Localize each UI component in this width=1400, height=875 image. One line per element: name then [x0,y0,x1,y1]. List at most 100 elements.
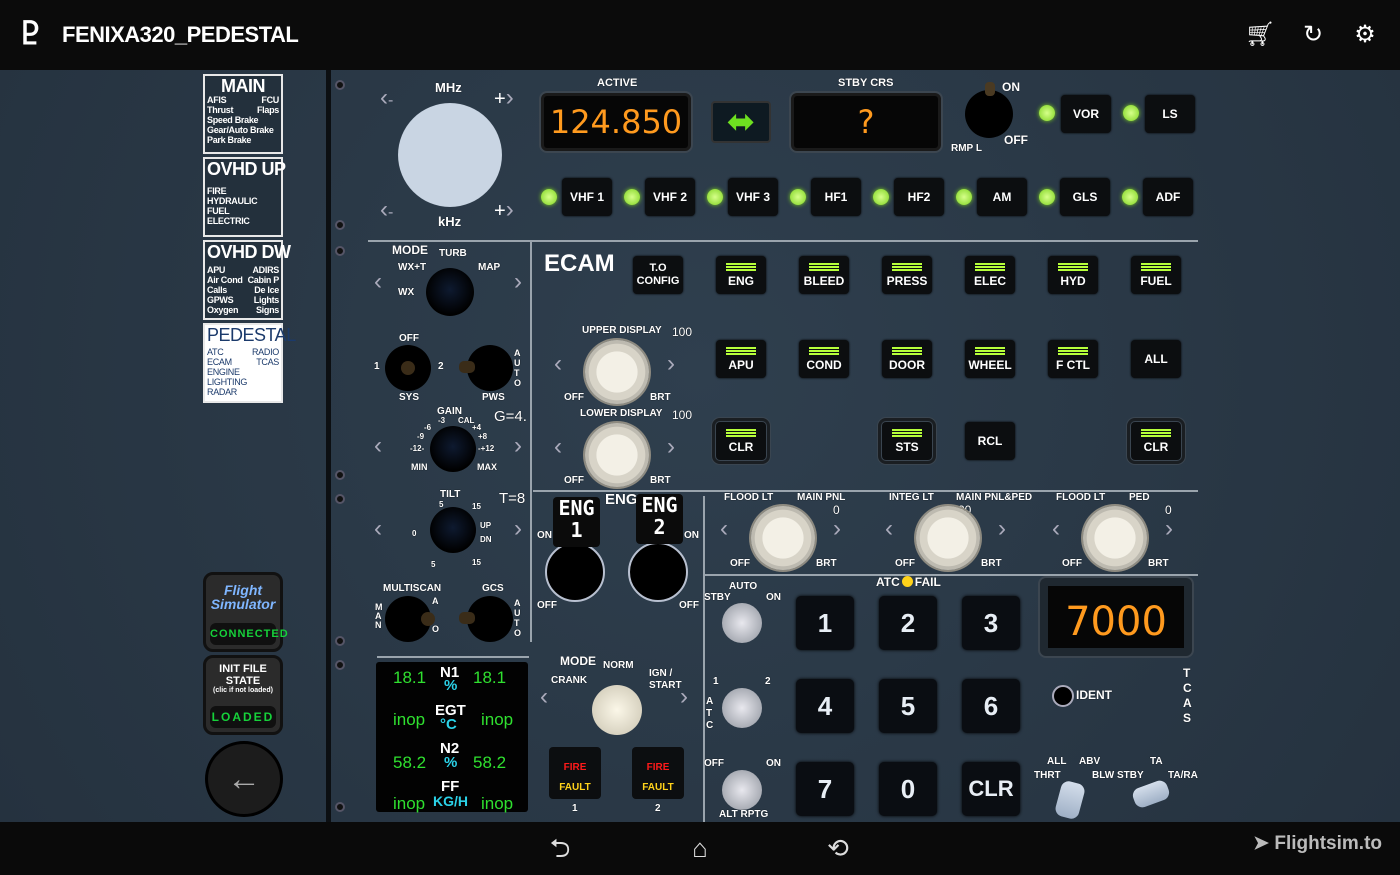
eng1-master-lever[interactable]: ENG 1 [553,497,600,547]
menu-pedestal[interactable]: PEDESTAL ATC RADIO ECAM TCAS ENGINE LIGHTI… [203,323,296,403]
light-decrease[interactable]: ‹ [885,515,893,543]
to-config-button[interactable]: T.O CONFIG [633,256,683,294]
back-button[interactable]: ← [205,741,283,817]
atc-system-selector[interactable] [722,688,762,728]
mhz-increase-button[interactable]: +› [494,84,514,112]
keypad-key-6[interactable]: 6 [962,679,1020,733]
radio-button-vor[interactable]: VOR [1061,95,1111,133]
eng1-fire-fault-indicator: FIRE FAULT [549,747,601,799]
radio-button-vhf2[interactable]: VHF 2 [645,178,695,216]
nav-home-icon[interactable]: ⌂ [680,830,720,866]
ecam-press-button[interactable]: PRESS [882,256,932,294]
tilt-knob[interactable] [430,507,476,553]
gcs-switch[interactable] [459,596,513,642]
eng2-master-lever[interactable]: ENG 2 [636,494,683,544]
radar-mode-right[interactable]: › [514,268,522,296]
radio-button-am[interactable]: AM [977,178,1027,216]
radio-button-adf[interactable]: ADF [1143,178,1193,216]
gain-left[interactable]: ‹ [374,432,382,460]
ecam-fuel-button[interactable]: FUEL [1131,256,1181,294]
menu-main[interactable]: MAIN AFIS FCU Thrust Flaps Speed Brake Gea… [203,74,283,154]
keypad-key-1[interactable]: 1 [796,596,854,650]
ecam-apu-button[interactable]: APU [716,340,766,378]
ecam-cond-button[interactable]: COND [799,340,849,378]
eng2-master-switch[interactable] [628,542,688,602]
frequency-knob[interactable] [398,103,502,207]
atc-mode-selector[interactable] [722,603,762,643]
lower-display-knob[interactable] [585,423,649,487]
settings-icon[interactable]: ⚙︎ [1350,20,1380,50]
light-brightness-knob[interactable] [916,506,980,570]
ecam-wheel-button[interactable]: WHEEL [965,340,1015,378]
light-brightness-knob[interactable] [1083,506,1147,570]
keypad-key-7[interactable]: 7 [796,762,854,816]
keypad-key-0[interactable]: 0 [879,762,937,816]
ecam-door-button[interactable]: DOOR [882,340,932,378]
radar-mode-left[interactable]: ‹ [374,268,382,296]
keypad-key-3[interactable]: 3 [962,596,1020,650]
mhz-decrease-button[interactable]: ‹- [380,84,393,112]
ecam-all-button[interactable]: ALL [1131,340,1181,378]
norm-label: NORM [603,660,634,671]
rmp-power-switch[interactable] [965,90,1013,138]
nav-recents-icon[interactable]: ⟲ [818,830,858,866]
gain-right[interactable]: › [514,432,522,460]
ecam-sts-button[interactable]: STS [878,418,936,464]
pws-switch[interactable] [459,345,513,391]
ecam-rcl-button[interactable]: RCL [965,422,1015,460]
light-decrease[interactable]: ‹ [720,515,728,543]
keypad-key-4[interactable]: 4 [796,679,854,733]
khz-decrease-button[interactable]: ‹- [380,196,393,224]
swap-frequency-button[interactable]: ⬌ [711,101,771,143]
light-increase[interactable]: › [833,515,841,543]
keypad-key-clr[interactable]: CLR [962,762,1020,816]
ident-button[interactable] [1052,685,1074,707]
radio-button-hf1[interactable]: HF1 [811,178,861,216]
radio-button-ls[interactable]: LS [1145,95,1195,133]
transponder-code-display: 7000 [1040,578,1192,656]
refresh-icon[interactable]: ↻ [1298,20,1328,50]
keypad-key-5[interactable]: 5 [879,679,937,733]
lower-display-right[interactable]: › [667,433,675,461]
ecam-elec-button[interactable]: ELEC [965,256,1015,294]
upper-display-right[interactable]: › [667,350,675,378]
gain-knob[interactable] [430,426,476,472]
light-increase[interactable]: › [1165,515,1173,543]
connection-status-button[interactable]: Flight Simulator CONNECTED [203,572,288,652]
ecam-f-ctl-button[interactable]: F CTL [1048,340,1098,378]
radio-button-vhf3[interactable]: VHF 3 [728,178,778,216]
eng1-master-switch[interactable] [545,542,605,602]
radio-button-hf2[interactable]: HF2 [894,178,944,216]
eng-mode-left[interactable]: ‹ [540,683,548,711]
upper-display-left[interactable]: ‹ [554,350,562,378]
light-brightness-knob[interactable] [751,506,815,570]
tilt-left[interactable]: ‹ [374,515,382,543]
ecam-eng-button[interactable]: ENG [716,256,766,294]
eng-mode-right[interactable]: › [680,683,688,711]
eng-mode-selector[interactable] [592,685,642,735]
upper-display-knob[interactable] [585,340,649,404]
khz-increase-button[interactable]: +› [494,196,514,224]
cart-icon[interactable]: 🛒︎ [1245,20,1275,50]
ecam-hyd-button[interactable]: HYD [1048,256,1098,294]
lower-display-left[interactable]: ‹ [554,433,562,461]
sys-switch[interactable] [385,345,431,391]
ecam-clr-button[interactable]: CLR [1127,418,1185,464]
keypad-key-2[interactable]: 2 [879,596,937,650]
radio-button-gls[interactable]: GLS [1060,178,1110,216]
radio-button-vhf1[interactable]: VHF 1 [562,178,612,216]
nav-back-icon[interactable]: ⮌ [540,830,580,866]
menu-item: ELECTRIC [207,216,250,226]
light-decrease[interactable]: ‹ [1052,515,1060,543]
light-increase[interactable]: › [998,515,1006,543]
tilt-right[interactable]: › [514,515,522,543]
init-file-state-button[interactable]: INIT FILE STATE (clic if not loaded) LOA… [203,655,283,735]
ecam-clr-button[interactable]: CLR [712,418,770,464]
radar-mode-knob[interactable] [426,268,474,316]
menu-ovhd-dw[interactable]: OVHD DW APU ADIRS Air Cond Cabin P Calls De… [203,240,291,320]
alt-rptg-selector[interactable] [722,770,762,810]
multiscan-switch[interactable] [385,596,435,642]
ecam-bleed-button[interactable]: BLEED [799,256,849,294]
tilt-tick: DN [480,535,492,544]
menu-ovhd-up[interactable]: OVHD UP FIRE HYDRAULIC FUEL ELECTRIC [203,157,286,237]
